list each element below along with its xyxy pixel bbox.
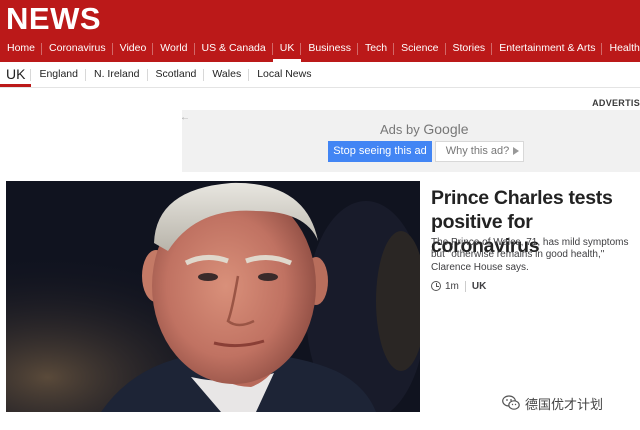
- nav-item-world[interactable]: World: [153, 36, 195, 62]
- nav-item-coronavirus[interactable]: Coronavirus: [42, 36, 113, 62]
- nav-item-us-canada[interactable]: US & Canada: [195, 36, 273, 62]
- subnav-item-wales[interactable]: Wales: [204, 62, 250, 88]
- main-nav: Home Coronavirus Video World US & Canada…: [0, 36, 640, 62]
- ads-by-text: Ads by: [380, 122, 420, 137]
- clock-icon: [431, 281, 441, 291]
- nav-item-home[interactable]: Home: [0, 36, 43, 62]
- nav-item-uk[interactable]: UK: [272, 36, 302, 62]
- play-triangle-icon: [513, 147, 520, 155]
- watermark-text: 德国优才计划: [525, 396, 604, 412]
- nav-item-business[interactable]: Business: [301, 36, 358, 62]
- nav-item-stories[interactable]: Stories: [446, 36, 493, 62]
- meta-divider: [464, 280, 466, 292]
- subnav-item-n-ireland[interactable]: N. Ireland: [86, 62, 148, 88]
- google-wordmark: Google: [423, 121, 469, 137]
- prince-charles-photo: [6, 181, 420, 412]
- nav-item-health[interactable]: Health: [602, 36, 640, 62]
- news-logo[interactable]: NEWS: [6, 2, 101, 36]
- ads-by-google: Ads by Google: [380, 121, 469, 137]
- story-tag[interactable]: UK: [472, 281, 486, 292]
- why-this-ad-button[interactable]: Why this ad?: [435, 141, 524, 162]
- masthead: NEWS Home Coronavirus Video World US & C…: [0, 0, 640, 62]
- wechat-watermark: 德国优才计划: [502, 395, 604, 412]
- story-photo[interactable]: [6, 181, 420, 412]
- story-time: 1m: [445, 280, 459, 292]
- why-this-ad-label: Why this ad?: [445, 145, 510, 157]
- advertisement-label: ADVERTIS: [592, 98, 640, 108]
- ad-back-arrow-icon[interactable]: ←: [180, 112, 190, 123]
- stop-seeing-ad-button[interactable]: Stop seeing this ad: [328, 141, 432, 162]
- nav-item-science[interactable]: Science: [394, 36, 446, 62]
- subnav-item-scotland[interactable]: Scotland: [148, 62, 205, 88]
- story-summary: The Prince of Wales, 71, has mild sympto…: [431, 237, 629, 273]
- nav-item-tech[interactable]: Tech: [358, 36, 395, 62]
- nav-item-video[interactable]: Video: [113, 36, 154, 62]
- subnav-item-england[interactable]: England: [31, 62, 86, 88]
- subnav-item-local-news[interactable]: Local News: [249, 62, 319, 88]
- nav-item-entertainment-arts[interactable]: Entertainment & Arts: [492, 36, 603, 62]
- sub-nav: UK England N. Ireland Scotland Wales Loc…: [0, 62, 640, 88]
- subnav-item-uk[interactable]: UK: [0, 62, 32, 88]
- wechat-icon: [502, 395, 520, 410]
- story-meta: 1m UK: [431, 279, 486, 293]
